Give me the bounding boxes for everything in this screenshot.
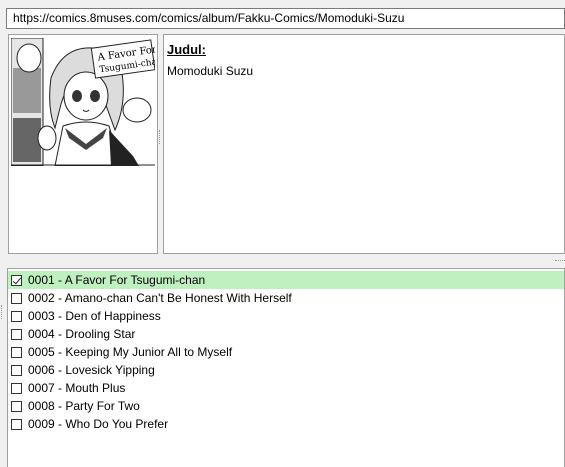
chapter-row[interactable]: 0004 - Drooling Star <box>8 325 564 343</box>
chapter-list: 0001 - A Favor For Tsugumi-chan 0002 - A… <box>7 268 565 467</box>
chapter-row[interactable]: 0007 - Mouth Plus <box>8 379 564 397</box>
splitter-handle-left[interactable] <box>1 305 4 319</box>
chapter-row[interactable]: 0006 - Lovesick Yipping <box>8 361 564 379</box>
chapter-label: 0008 - Party For Two <box>28 399 140 413</box>
chapter-checkbox[interactable] <box>11 346 22 358</box>
chapter-label: 0002 - Amano-chan Can't Be Honest With H… <box>28 291 292 305</box>
chapter-checkbox[interactable] <box>11 364 22 376</box>
chapter-checkbox[interactable] <box>11 328 22 340</box>
chapter-row[interactable]: 0002 - Amano-chan Can't Be Honest With H… <box>8 289 564 307</box>
chapter-label: 0007 - Mouth Plus <box>28 381 126 395</box>
chapter-checkbox[interactable] <box>11 310 22 322</box>
chapter-label: 0009 - Who Do You Prefer <box>28 417 169 431</box>
title-value: Momoduki Suzu <box>167 64 254 78</box>
chapter-label: 0004 - Drooling Star <box>28 327 136 341</box>
chapter-row[interactable]: 0001 - A Favor For Tsugumi-chan <box>8 271 564 289</box>
chapter-row[interactable]: 0008 - Party For Two <box>8 397 564 415</box>
chapter-checkbox[interactable] <box>11 400 22 412</box>
chapter-label: 0006 - Lovesick Yipping <box>28 363 155 377</box>
chapter-checkbox[interactable] <box>11 292 22 304</box>
chapter-label: 0005 - Keeping My Junior All to Myself <box>28 345 233 359</box>
cover-illustration: A Favor For Tsugumi-chan <box>11 38 155 166</box>
chapter-row[interactable]: 0003 - Den of Happiness <box>8 307 564 325</box>
chapter-checkbox[interactable] <box>11 382 22 394</box>
chapter-label: 0003 - Den of Happiness <box>28 309 161 323</box>
manga-cover-image: A Favor For Tsugumi-chan <box>11 38 155 166</box>
chapter-checkbox[interactable] <box>11 418 22 430</box>
chapter-row[interactable]: 0009 - Who Do You Prefer <box>8 415 564 433</box>
title-label: Judul: <box>167 42 206 57</box>
thumbnail-panel: A Favor For Tsugumi-chan <box>8 34 158 254</box>
info-panel: Judul: Momoduki Suzu <box>163 34 565 254</box>
chapter-row[interactable]: 0005 - Keeping My Junior All to Myself <box>8 343 564 361</box>
chapter-checkbox[interactable] <box>11 274 22 286</box>
splitter-handle-vertical[interactable] <box>159 130 162 144</box>
url-input[interactable]: https://comics.8muses.com/comics/album/F… <box>6 8 565 29</box>
chapter-label: 0001 - A Favor For Tsugumi-chan <box>28 273 206 287</box>
splitter-handle-horizontal[interactable] <box>555 260 565 263</box>
